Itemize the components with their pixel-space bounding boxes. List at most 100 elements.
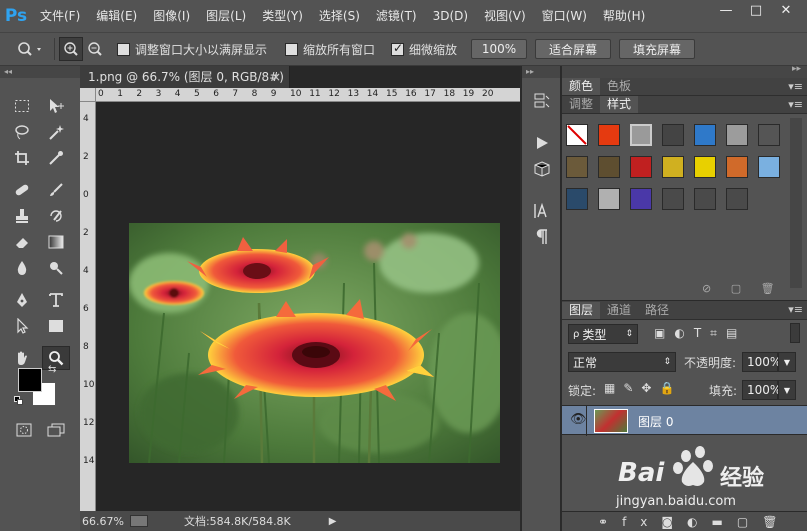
lock-transparent-icon[interactable]: ▦ xyxy=(604,381,623,395)
style-swatch[interactable] xyxy=(662,188,684,210)
rectangle-tool[interactable] xyxy=(42,314,70,338)
move-tool[interactable] xyxy=(42,94,70,118)
blend-mode-dropdown[interactable]: 正常 ⇕ xyxy=(568,352,676,372)
style-swatch[interactable] xyxy=(566,156,588,178)
resize-windows-checkbox[interactable]: 调整窗口大小以满屏显示 xyxy=(117,41,267,58)
status-info-icon[interactable] xyxy=(129,515,148,527)
default-colors-icon[interactable] xyxy=(14,396,24,406)
menu-file[interactable]: 文件(F) xyxy=(32,0,88,32)
shape-filter-icon[interactable]: ⌗ xyxy=(710,326,726,340)
menu-image[interactable]: 图像(I) xyxy=(145,0,198,32)
menu-edit[interactable]: 编辑(E) xyxy=(88,0,145,32)
swap-colors-icon[interactable]: ⇆ xyxy=(48,364,56,375)
clear-style-icon[interactable]: ⊘ xyxy=(702,282,711,295)
layer-name[interactable]: 图层 0 xyxy=(638,413,673,430)
style-swatch[interactable] xyxy=(598,124,620,146)
tab-styles[interactable]: 样式 xyxy=(600,96,639,113)
style-swatch[interactable] xyxy=(726,156,748,178)
gradient-tool[interactable] xyxy=(42,230,70,254)
pen-tool[interactable] xyxy=(8,288,36,312)
path-selection-tool[interactable] xyxy=(8,314,36,338)
actual-pixels-button[interactable]: 100% xyxy=(471,39,528,59)
menu-type[interactable]: 类型(Y) xyxy=(254,0,311,32)
layer-row[interactable]: 👁 图层 0 xyxy=(562,405,807,436)
vertical-ruler[interactable]: 4 2 0 2 4 6 8 10 12 14 xyxy=(80,102,96,511)
zoom-all-windows-checkbox[interactable]: 缩放所有窗口 xyxy=(285,41,375,58)
3d-panel-button[interactable] xyxy=(530,158,554,180)
style-swatch[interactable] xyxy=(566,124,588,146)
fill-dropdown-button[interactable]: ▼ xyxy=(778,380,796,400)
lasso-tool[interactable] xyxy=(8,120,36,144)
zoom-tool-preset[interactable] xyxy=(10,37,50,61)
eraser-tool[interactable] xyxy=(8,230,36,254)
panel-menu-icon[interactable]: ▾≡ xyxy=(788,98,803,111)
tab-adjustments[interactable]: 调整 xyxy=(562,96,600,113)
clone-stamp-tool[interactable] xyxy=(8,204,36,228)
menu-3d[interactable]: 3D(D) xyxy=(425,0,476,32)
style-swatch[interactable] xyxy=(662,156,684,178)
style-swatch[interactable] xyxy=(598,188,620,210)
lock-all-icon[interactable]: 🔒 xyxy=(659,381,682,395)
expand-panels-icon[interactable]: ▸▸ xyxy=(792,64,801,74)
hand-tool[interactable] xyxy=(8,346,36,370)
style-swatch[interactable] xyxy=(726,124,748,146)
tab-color[interactable]: 颜色 xyxy=(562,78,601,95)
magic-wand-tool[interactable] xyxy=(42,120,70,144)
lock-position-icon[interactable]: ✥ xyxy=(641,381,659,395)
style-swatch[interactable] xyxy=(758,156,780,178)
delete-style-icon[interactable]: 🗑 xyxy=(761,282,775,295)
new-style-icon[interactable]: ▢ xyxy=(731,282,741,295)
character-panel-button[interactable] xyxy=(530,200,554,222)
type-tool[interactable] xyxy=(42,288,70,312)
pixel-filter-icon[interactable]: ▣ xyxy=(654,326,674,340)
quick-mask-button[interactable] xyxy=(10,418,38,442)
menu-layer[interactable]: 图层(L) xyxy=(198,0,254,32)
fill-input[interactable]: 100% xyxy=(742,380,781,400)
status-menu-arrow-icon[interactable]: ▶ xyxy=(329,516,337,527)
eyedropper-tool[interactable] xyxy=(42,146,70,170)
menu-select[interactable]: 选择(S) xyxy=(311,0,368,32)
style-swatch[interactable] xyxy=(694,188,716,210)
zoom-out-button[interactable] xyxy=(83,37,107,61)
style-swatch[interactable] xyxy=(566,188,588,210)
menu-window[interactable]: 窗口(W) xyxy=(534,0,595,32)
fill-screen-button[interactable]: 填充屏幕 xyxy=(619,39,696,59)
minimize-button[interactable]: — xyxy=(711,0,741,20)
foreground-color-swatch[interactable] xyxy=(18,368,42,392)
style-swatch[interactable] xyxy=(630,156,652,178)
history-panel-button[interactable] xyxy=(530,90,554,112)
tab-paths[interactable]: 路径 xyxy=(638,302,676,319)
flower-photo[interactable] xyxy=(129,223,500,463)
marquee-tool[interactable] xyxy=(8,94,36,118)
close-button[interactable]: ✕ xyxy=(771,0,801,20)
style-swatch[interactable] xyxy=(726,188,748,210)
close-document-icon[interactable]: × xyxy=(271,66,281,88)
style-swatch[interactable] xyxy=(694,156,716,178)
smart-object-filter-icon[interactable]: ▤ xyxy=(726,326,746,340)
adjustment-filter-icon[interactable]: ◐ xyxy=(674,326,693,340)
screen-mode-button[interactable] xyxy=(42,418,70,442)
lock-pixels-icon[interactable]: ✎ xyxy=(623,381,641,395)
zoom-in-button[interactable] xyxy=(59,37,83,61)
opacity-input[interactable]: 100% xyxy=(742,352,781,372)
style-swatch[interactable] xyxy=(630,188,652,210)
horizontal-ruler[interactable]: 0 1 2 3 4 5 6 7 8 9 10 11 12 13 14 15 16 17 18 19 20 xyxy=(96,88,520,102)
layer-filter-kind-dropdown[interactable]: ρ 类型 ⇕ xyxy=(568,324,638,344)
style-swatch[interactable] xyxy=(694,124,716,146)
tab-swatches[interactable]: 色板 xyxy=(600,78,638,95)
panel-collapse-handle[interactable]: ▸▸ xyxy=(522,66,560,78)
menu-help[interactable]: 帮助(H) xyxy=(595,0,653,32)
opacity-dropdown-button[interactable]: ▼ xyxy=(778,352,796,372)
brush-tool[interactable] xyxy=(42,178,70,202)
style-swatch[interactable] xyxy=(758,124,780,146)
document-tab[interactable]: 1.png @ 66.7% (图层 0, RGB/8#) * × xyxy=(80,66,290,106)
dodge-tool[interactable] xyxy=(42,256,70,280)
ruler-origin[interactable] xyxy=(80,88,96,102)
maximize-button[interactable]: □ xyxy=(741,0,771,20)
panel-menu-icon[interactable]: ▾≡ xyxy=(788,80,803,93)
styles-scrollbar[interactable] xyxy=(790,118,802,288)
paragraph-panel-button[interactable] xyxy=(530,226,554,248)
actions-panel-button[interactable] xyxy=(530,132,554,154)
tab-channels[interactable]: 通道 xyxy=(600,302,638,319)
fit-screen-button[interactable]: 适合屏幕 xyxy=(535,39,612,59)
